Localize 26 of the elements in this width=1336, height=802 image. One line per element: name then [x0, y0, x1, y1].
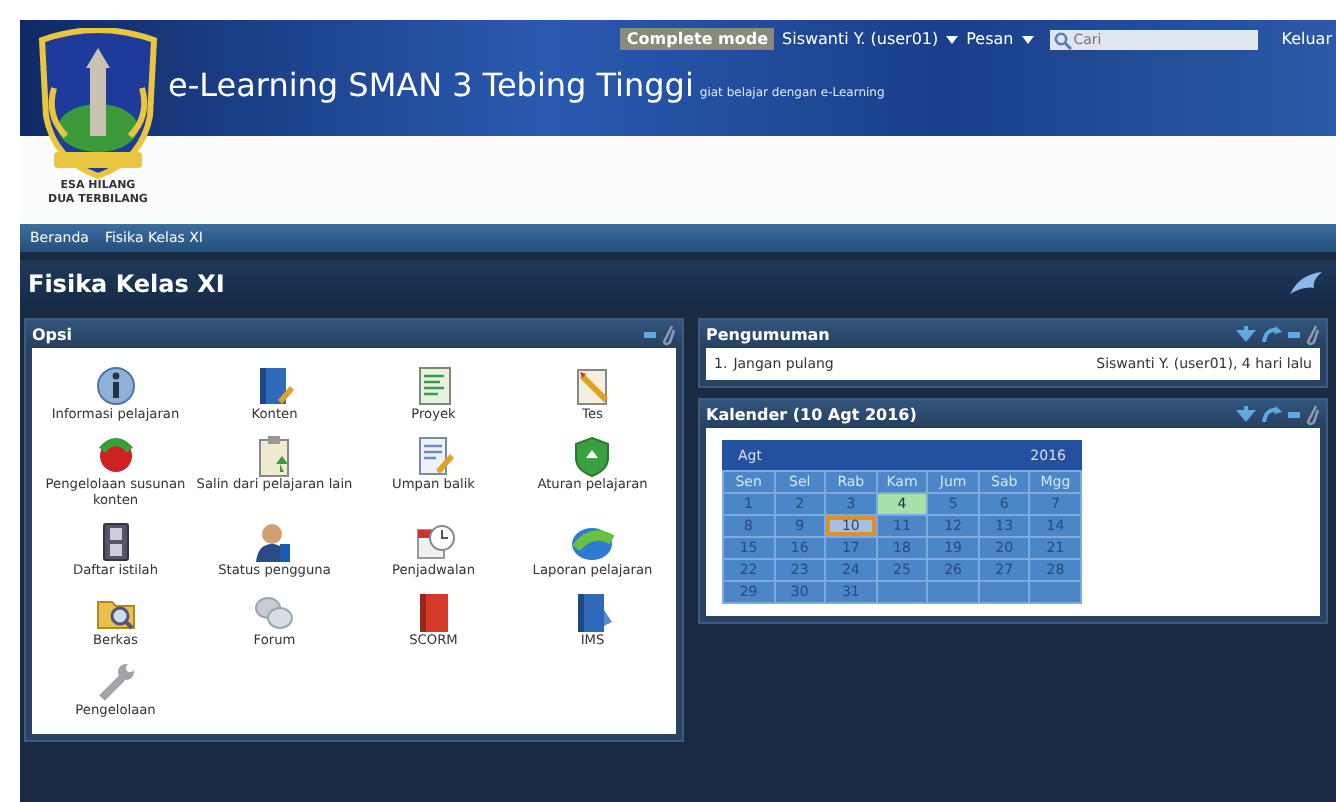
panel-title: Kalender (10 Agt 2016) [706, 405, 917, 423]
mode-badge[interactable]: Complete mode [620, 28, 775, 50]
caret-icon [1021, 35, 1034, 43]
site-title: e-Learning SMAN 3 Tebing Tinggi [168, 66, 694, 104]
page-title: Fisika Kelas XI [28, 270, 225, 298]
minimize-icon [1288, 411, 1300, 417]
panel-title: Pengumuman [706, 325, 830, 343]
move-icon [1236, 326, 1256, 342]
minimize-icon [1288, 331, 1300, 337]
paperclip-icon [662, 323, 676, 345]
move-icon [1236, 406, 1256, 422]
refresh-icon [1262, 326, 1282, 342]
info-icon [93, 364, 138, 408]
minimize-icon [644, 331, 656, 337]
paperclip-icon [1306, 403, 1320, 425]
logout-link[interactable]: Keluar [1281, 30, 1332, 48]
panel-title: Opsi [32, 325, 73, 343]
user-menu[interactable]: Siswanti Y. (user01) [782, 30, 939, 48]
tomato-icon [93, 433, 138, 478]
calendar-clock-icon [411, 519, 456, 564]
caret-icon [946, 35, 959, 43]
paperclip-icon [1306, 323, 1320, 345]
shield-icon [570, 433, 615, 478]
refresh-icon [1262, 406, 1282, 422]
messages-menu[interactable]: Pesan [966, 30, 1014, 48]
bird-icon [1288, 270, 1324, 298]
